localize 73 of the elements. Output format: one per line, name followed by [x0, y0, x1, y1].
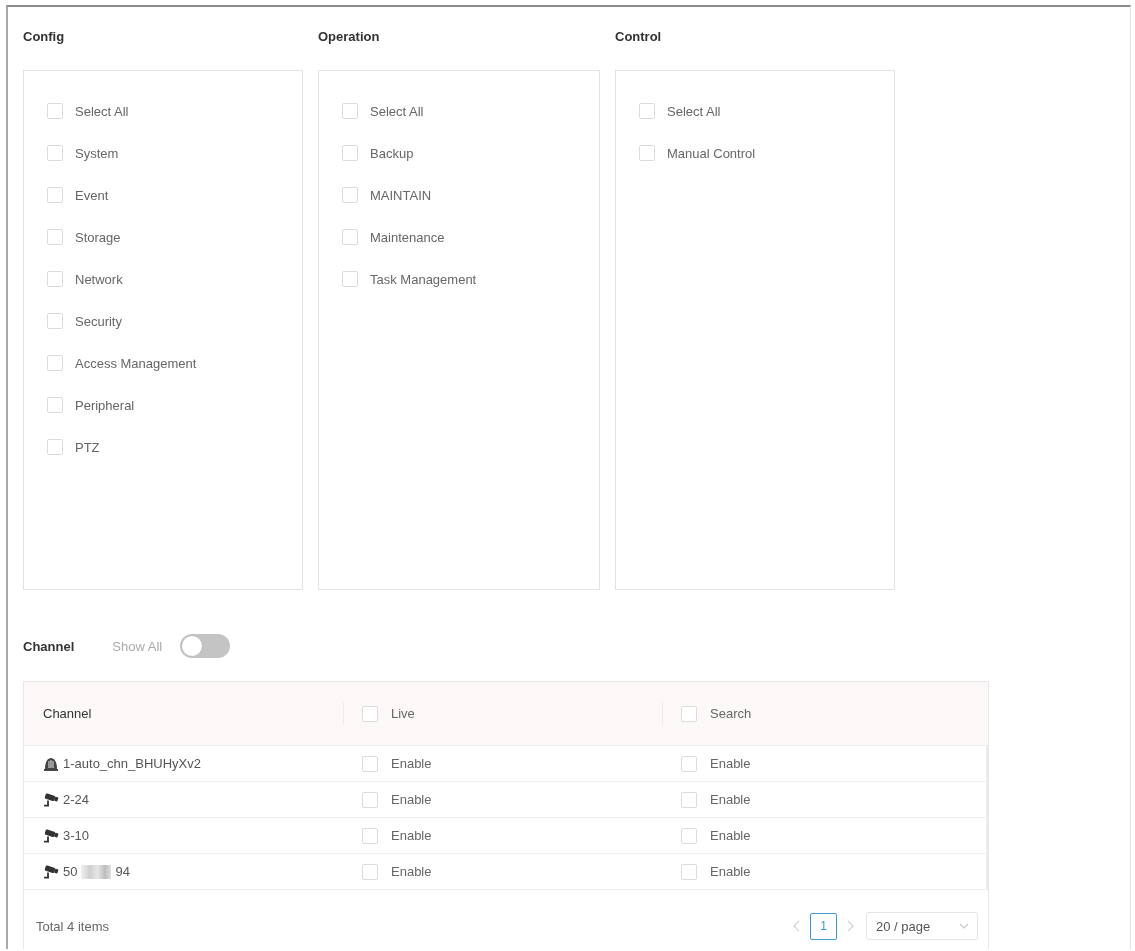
channel-name: 1-auto_chn_BHUHyXv2 [63, 756, 202, 771]
chevron-left-icon [793, 920, 800, 932]
toggle-label: Show All [112, 638, 163, 654]
checkbox-label: Access Management [75, 355, 197, 371]
checkbox-label: Storage [75, 229, 121, 245]
checkbox-label: Event [75, 187, 109, 203]
checkbox-label: Enable [710, 828, 751, 843]
checkbox[interactable] [681, 705, 697, 722]
checkbox[interactable] [342, 103, 358, 119]
checkbox-label: Enable [391, 828, 432, 843]
checkbox[interactable] [47, 397, 63, 413]
column-header: Search [710, 706, 752, 721]
column-header: Channel [43, 706, 92, 721]
checkbox-label: Enable [710, 864, 751, 879]
checkbox[interactable] [681, 863, 697, 880]
checkbox[interactable] [342, 145, 358, 161]
section-title: Control [615, 28, 663, 46]
checkbox-label: Enable [710, 792, 751, 807]
checkbox[interactable] [681, 791, 697, 808]
checkbox[interactable] [681, 827, 697, 844]
checkbox[interactable] [342, 187, 358, 203]
checkbox-label: System [75, 145, 119, 161]
checkbox[interactable] [47, 439, 63, 455]
checkbox[interactable] [362, 791, 378, 808]
checkbox[interactable] [639, 145, 655, 161]
checkbox-label: Maintenance [370, 229, 445, 245]
checkbox-label: Peripheral [75, 397, 135, 413]
section-title: Operation [318, 28, 381, 46]
channel-name: 2-24 [63, 792, 90, 807]
dome-camera-icon [43, 756, 59, 771]
checkbox[interactable] [47, 103, 63, 119]
checkbox-label: Network [75, 271, 123, 287]
channel-name: 94 [115, 864, 130, 879]
checkbox[interactable] [342, 271, 358, 287]
checkbox[interactable] [342, 229, 358, 245]
checkbox[interactable] [639, 103, 655, 119]
checkbox-label: Select All [370, 103, 424, 119]
total-count: Total 4 items [36, 918, 109, 934]
channel-name: 3-10 [63, 828, 90, 843]
checkbox[interactable] [362, 755, 378, 772]
checkbox-label: Task Management [370, 271, 477, 287]
caret-icon [959, 923, 969, 929]
column-header: Live [391, 706, 415, 721]
bullet-camera-icon [43, 792, 59, 807]
section-title: Config [23, 28, 66, 46]
toggle-switch[interactable] [180, 634, 231, 658]
bullet-camera-icon [43, 864, 59, 879]
checkbox-label: MAINTAIN [370, 187, 432, 203]
page-size-select[interactable]: 20 / page [866, 912, 978, 940]
checkbox[interactable] [47, 313, 63, 329]
checkbox-label: Select All [667, 103, 721, 119]
checkbox[interactable] [47, 271, 63, 287]
chevron-right-icon [847, 920, 854, 932]
checkbox[interactable] [362, 863, 378, 880]
checkbox[interactable] [47, 229, 63, 245]
checkbox[interactable] [681, 755, 697, 772]
checkbox[interactable] [47, 187, 63, 203]
checkbox-label: Enable [391, 792, 432, 807]
checkbox-label: Enable [710, 756, 751, 771]
checkbox-label: Security [75, 313, 122, 329]
section-title: Channel [23, 638, 75, 654]
checkbox[interactable] [362, 827, 378, 844]
checkbox-label: Backup [370, 145, 414, 161]
checkbox-label: Enable [391, 864, 432, 879]
checkbox-label: Enable [391, 756, 432, 771]
checkbox-label: PTZ [75, 439, 100, 455]
checkbox[interactable] [362, 705, 378, 722]
checkbox-label: Select All [75, 103, 129, 119]
channel-name: 50 [63, 864, 78, 879]
checkbox[interactable] [47, 145, 63, 161]
bullet-camera-icon [43, 828, 59, 843]
checkbox-label: Manual Control [667, 145, 756, 161]
checkbox[interactable] [47, 355, 63, 371]
